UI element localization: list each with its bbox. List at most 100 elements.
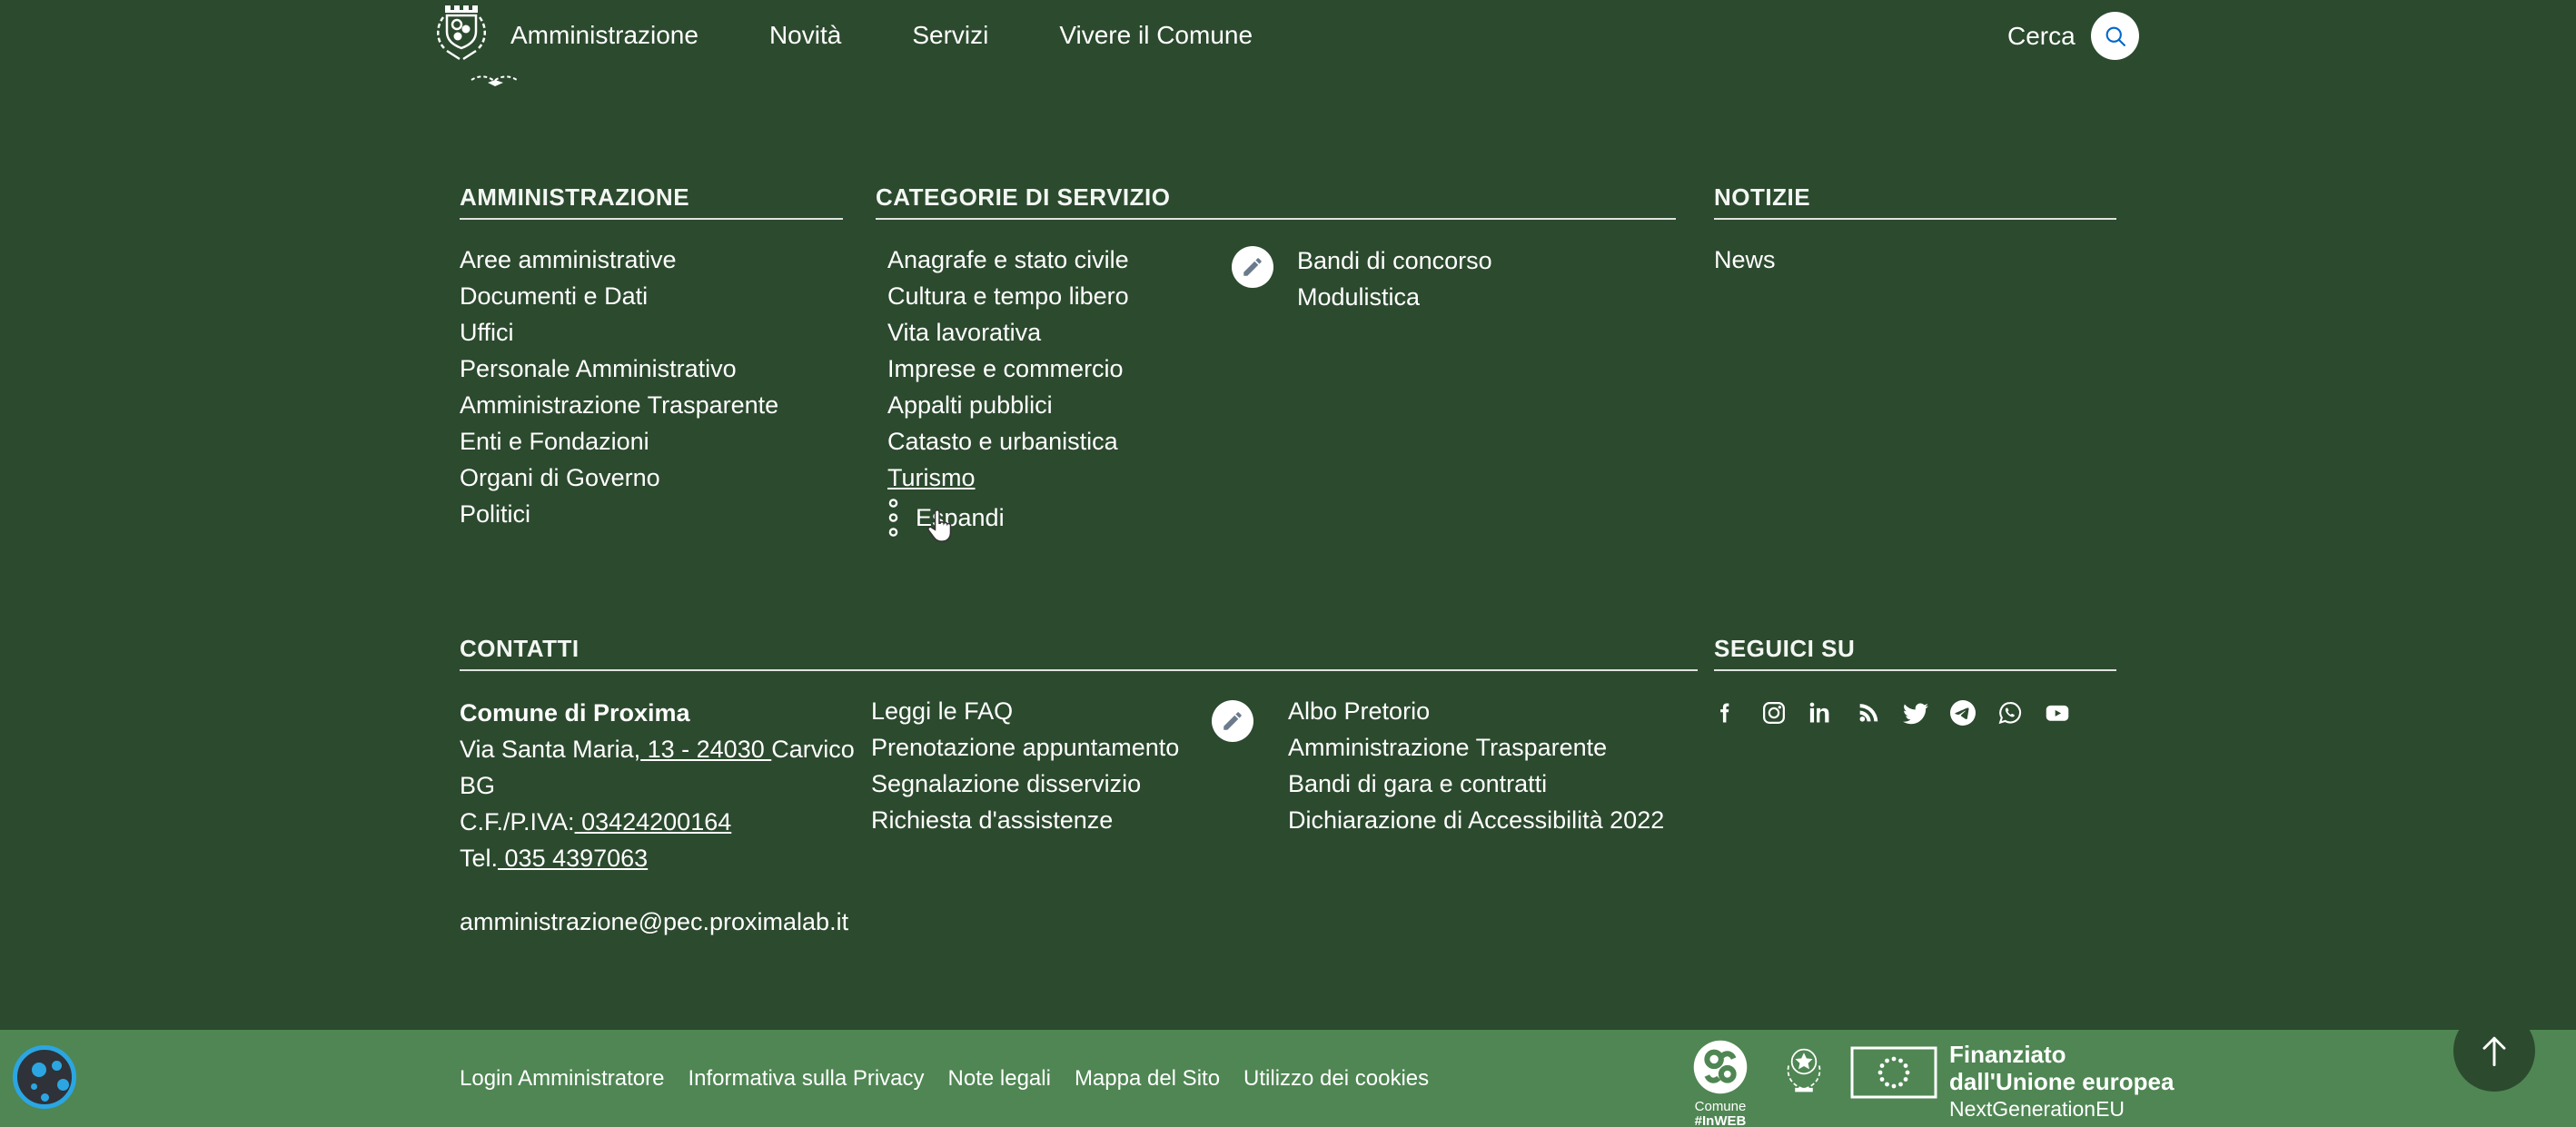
list-item: Cultura e tempo libero <box>887 278 1676 314</box>
comune-inweb-logo: Comune #InWEB 2.0 <box>1686 1039 1755 1127</box>
linkedin-icon[interactable] <box>1808 700 1834 726</box>
footer-link[interactable]: Richiesta d'assistenze <box>871 806 1113 834</box>
edit-badge <box>1232 246 1273 288</box>
pencil-icon <box>1241 255 1264 279</box>
tel-link[interactable]: 035 4397063 <box>498 845 648 872</box>
address-prefix: Via Santa Maria, <box>460 736 640 763</box>
laurel-flourish-icon <box>470 73 522 94</box>
list-item: Segnalazione disservizio <box>871 766 1179 802</box>
facebook-icon[interactable] <box>1714 700 1739 726</box>
coat-of-arms-icon <box>432 2 490 73</box>
social-icons-row <box>1714 700 2116 726</box>
list-item: Personale Amministrativo <box>460 351 843 387</box>
footer-link-turismo-hovered[interactable]: Turismo <box>887 464 976 491</box>
search-label[interactable]: Cerca <box>2007 22 2076 51</box>
footer-link[interactable]: Cultura e tempo libero <box>887 282 1129 310</box>
section-title: SEGUICI SU <box>1714 633 2116 664</box>
footer-section-contatti: CONTATTI Comune di Proxima Via Santa Mar… <box>460 633 1698 876</box>
footer-link[interactable]: Prenotazione appuntamento <box>871 734 1179 761</box>
footer-link[interactable]: Aree amministrative <box>460 246 677 273</box>
section-title: NOTIZIE <box>1714 182 2116 213</box>
footer-link[interactable]: Modulistica <box>1297 283 1420 311</box>
footer-link[interactable]: Leggi le FAQ <box>871 697 1013 725</box>
list-item: Documenti e Dati <box>460 278 843 314</box>
footer-link[interactable]: Politici <box>460 500 530 528</box>
footer-link[interactable]: Appalti pubblici <box>887 391 1053 419</box>
footer-section-notizie: NOTIZIE News <box>1714 182 2116 278</box>
footer-link[interactable]: Anagrafe e stato civile <box>887 246 1129 273</box>
footer-link[interactable]: Bandi di gara e contratti <box>1288 770 1547 797</box>
cookie-accessibility-widget[interactable] <box>13 1045 76 1109</box>
expand-label: Espandi <box>916 504 1005 532</box>
list-item: Bandi di concorso <box>1297 242 1492 279</box>
footer-section-categorie-di-servizio: CATEGORIE DI SERVIZIO Anagrafe e stato c… <box>876 182 1676 538</box>
footer-link[interactable]: Dichiarazione di Accessibilità 2022 <box>1288 806 1664 834</box>
address-link[interactable]: 13 - 24030 <box>640 736 771 763</box>
edit-badge <box>1212 700 1253 742</box>
email-link[interactable]: amministrazione@pec.proximalab.it <box>460 908 848 936</box>
footer-link[interactable]: Enti e Fondazioni <box>460 428 649 455</box>
footer-link[interactable]: Documenti e Dati <box>460 282 648 310</box>
twitter-icon[interactable] <box>1903 700 1928 726</box>
footer-link[interactable]: Albo Pretorio <box>1288 697 1430 725</box>
footer-link[interactable]: Bandi di concorso <box>1297 247 1492 274</box>
search-button[interactable] <box>2091 12 2139 60</box>
eu-funding-text: Finanziato dall'Unione europea NextGener… <box>1949 1041 2174 1122</box>
widget-dot <box>32 1063 46 1077</box>
pencil-icon <box>1221 709 1244 733</box>
site-header: Amministrazione Novità Servizi Vivere il… <box>0 0 2576 102</box>
cookies-link[interactable]: Utilizzo dei cookies <box>1243 1066 1429 1092</box>
municipality-logo[interactable] <box>432 2 490 77</box>
section-title: AMMINISTRAZIONE <box>460 182 843 213</box>
tel-label: Tel. <box>460 845 498 872</box>
footer-link[interactable]: Amministrazione Trasparente <box>1288 734 1607 761</box>
nav-item-servizi[interactable]: Servizi <box>912 20 988 51</box>
mappa-del-sito-link[interactable]: Mappa del Sito <box>1075 1066 1220 1092</box>
nav-item-vivere-il-comune[interactable]: Vivere il Comune <box>1059 20 1253 51</box>
bottom-bar-links: Login Amministratore Informativa sulla P… <box>460 1030 1429 1127</box>
eu-funding-line1: Finanziato <box>1949 1041 2174 1068</box>
footer-link[interactable]: Imprese e commercio <box>887 355 1124 382</box>
list-item: Politici <box>460 496 843 532</box>
note-legali-link[interactable]: Note legali <box>948 1066 1051 1092</box>
eu-funding-line2: dall'Unione europea <box>1949 1068 2174 1095</box>
list-item: Vita lavorativa <box>887 314 1676 351</box>
footer-link[interactable]: News <box>1714 246 1776 273</box>
footer-link[interactable]: Vita lavorativa <box>887 319 1041 346</box>
footer-link[interactable]: Uffici <box>460 319 514 346</box>
section-divider <box>1714 669 2116 671</box>
main-nav: Amministrazione Novità Servizi Vivere il… <box>510 20 1253 51</box>
eu-flag-icon <box>1850 1046 1937 1099</box>
list-item: Appalti pubblici <box>887 387 1676 423</box>
list-item: Imprese e commercio <box>887 351 1676 387</box>
list-item: Leggi le FAQ <box>871 693 1179 729</box>
kebab-dots-icon <box>887 498 899 538</box>
list-item: Catasto e urbanistica <box>887 423 1676 460</box>
nav-item-novita[interactable]: Novità <box>769 20 841 51</box>
footer-link[interactable]: Organi di Governo <box>460 464 660 491</box>
footer-link[interactable]: Catasto e urbanistica <box>887 428 1118 455</box>
rss-icon[interactable] <box>1856 700 1881 726</box>
widget-dot <box>41 1093 49 1102</box>
privacy-link[interactable]: Informativa sulla Privacy <box>688 1066 924 1092</box>
footer-link[interactable]: Amministrazione Trasparente <box>460 391 778 419</box>
section-title: CONTATTI <box>460 633 1698 664</box>
scroll-to-top-button[interactable] <box>2453 1010 2535 1092</box>
page: Amministrazione Novità Servizi Vivere il… <box>0 0 2576 1127</box>
youtube-icon[interactable] <box>2045 700 2070 726</box>
address-suffix: Carvico <box>771 736 855 763</box>
expand-button[interactable]: Espandi <box>887 498 1005 538</box>
eu-funding-line3: NextGenerationEU <box>1949 1095 2174 1122</box>
list-item: Anagrafe e stato civile <box>887 242 1676 278</box>
cf-link[interactable]: 03424200164 <box>575 808 732 835</box>
telegram-icon[interactable] <box>1950 700 1976 726</box>
widget-dot <box>52 1061 62 1071</box>
footer-link[interactable]: Segnalazione disservizio <box>871 770 1141 797</box>
whatsapp-icon[interactable] <box>1997 700 2023 726</box>
login-amministratore-link[interactable]: Login Amministratore <box>460 1066 664 1092</box>
section-divider <box>876 218 1676 220</box>
nav-item-amministrazione[interactable]: Amministrazione <box>510 20 698 51</box>
list-item: Amministrazione Trasparente <box>1288 729 1664 766</box>
footer-link[interactable]: Personale Amministrativo <box>460 355 737 382</box>
instagram-icon[interactable] <box>1761 700 1787 726</box>
